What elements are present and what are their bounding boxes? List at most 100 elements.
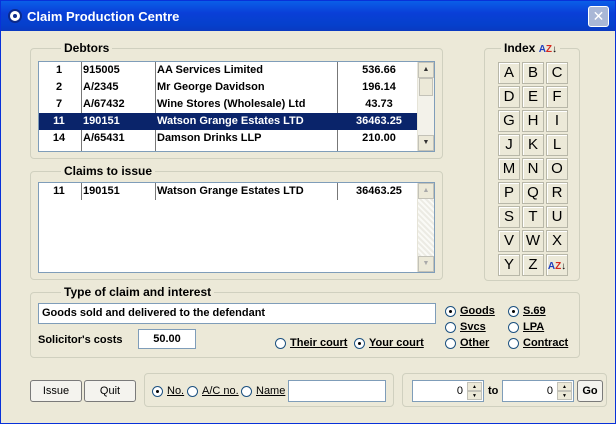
cell-ref: 190151: [83, 185, 120, 197]
index-letter-i[interactable]: I: [546, 110, 568, 132]
scroll-up-arrow-icon[interactable]: ▲: [418, 62, 434, 78]
cell-ref: A/65431: [83, 132, 125, 144]
index-letter-x[interactable]: X: [546, 230, 568, 252]
scroll-down-arrow-icon[interactable]: ▼: [418, 135, 434, 151]
table-row[interactable]: 1 915005 AA Services Limited 536.66: [39, 62, 419, 79]
search-input[interactable]: [288, 380, 386, 402]
claim-type-legend: Type of claim and interest: [64, 285, 212, 299]
cell-no: 11: [53, 185, 65, 197]
table-row[interactable]: 7 A/67432 Wine Stores (Wholesale) Ltd 43.73: [39, 96, 419, 113]
index-letter-g[interactable]: G: [498, 110, 520, 132]
cell-no: 14: [52, 132, 66, 144]
radio-dot: [275, 338, 286, 349]
cell-ref: A/67432: [83, 98, 125, 110]
cell-name: Damson Drinks LLP: [157, 132, 262, 144]
scroll-thumb[interactable]: [419, 78, 433, 96]
index-letter-d[interactable]: D: [498, 86, 520, 108]
index-letter-a[interactable]: A: [498, 62, 520, 84]
radio-dot: [152, 386, 163, 397]
cell-amount: 196.14: [362, 81, 396, 93]
claim-description-input[interactable]: Goods sold and delivered to the defendan…: [38, 303, 436, 324]
spin-up-arrow-icon[interactable]: ▲: [467, 382, 482, 391]
index-letter-o[interactable]: O: [546, 158, 568, 180]
cell-amount: 210.00: [362, 132, 396, 144]
radio-dot: [445, 338, 456, 349]
solicitor-costs-input[interactable]: 50.00: [138, 329, 196, 349]
cell-no: 7: [55, 98, 63, 110]
cell-no: 1: [55, 64, 63, 76]
table-row[interactable]: 11 190151 Watson Grange Estates LTD 36463.2…: [39, 113, 419, 130]
radio-dot: [187, 386, 198, 397]
debtors-legend: Debtors: [64, 41, 110, 55]
spinner-arrows: ▲ ▼: [557, 382, 572, 400]
table-row[interactable]: 14 A/65431 Damson Drinks LLP 210.00: [39, 130, 419, 147]
claims-scrollbar[interactable]: ▲ ▼: [417, 183, 434, 272]
index-letter-e[interactable]: E: [522, 86, 544, 108]
radio-dot: [508, 306, 519, 317]
claims-list[interactable]: 11 190151 Watson Grange Estates LTD 36463.2…: [38, 182, 435, 273]
cell-name: Watson Grange Estates LTD: [157, 185, 304, 197]
radio-dot: [241, 386, 252, 397]
index-letter-s[interactable]: S: [498, 206, 520, 228]
go-button[interactable]: Go: [577, 380, 603, 402]
index-letter-n[interactable]: N: [522, 158, 544, 180]
table-row[interactable]: 2 A/2345 Mr George Davidson 196.14: [39, 79, 419, 96]
claim-production-window: Claim Production Centre ✕ Debtors 1 91500…: [0, 0, 616, 424]
debtors-list[interactable]: 1 915005 AA Services Limited 536.66 2 A/2345 M…: [38, 61, 435, 152]
range-to-value: 0: [546, 385, 553, 397]
range-from-spinner[interactable]: 0 ▲ ▼: [412, 380, 484, 402]
index-letter-z[interactable]: Z: [522, 254, 544, 276]
cell-no: 2: [55, 81, 63, 93]
cell-ref: 190151: [83, 115, 120, 127]
index-letter-l[interactable]: L: [546, 134, 568, 156]
scroll-down-arrow-icon[interactable]: ▼: [418, 256, 434, 272]
radio-dot: [508, 322, 519, 333]
cell-no: 11: [53, 115, 65, 127]
quit-button[interactable]: Quit: [84, 380, 136, 402]
cell-amount: 36463.25: [356, 185, 402, 197]
index-letter-p[interactable]: P: [498, 182, 520, 204]
debtors-scrollbar[interactable]: ▲ ▼: [417, 62, 434, 151]
index-letter-t[interactable]: T: [522, 206, 544, 228]
close-button[interactable]: ✕: [588, 6, 609, 27]
title-bar[interactable]: Claim Production Centre ✕: [1, 1, 615, 31]
cell-name: AA Services Limited: [157, 64, 263, 76]
cell-amount: 43.73: [365, 98, 393, 110]
cell-ref: A/2345: [83, 81, 119, 93]
range-to-spinner[interactable]: 0 ▲ ▼: [502, 380, 574, 402]
index-label: Index: [504, 41, 536, 55]
sort-az-button[interactable]: AZ↓: [546, 254, 568, 276]
spin-up-arrow-icon[interactable]: ▲: [557, 382, 572, 391]
index-letter-r[interactable]: R: [546, 182, 568, 204]
index-letter-f[interactable]: F: [546, 86, 568, 108]
index-legend: Index AZ↓: [501, 41, 560, 55]
index-letter-v[interactable]: V: [498, 230, 520, 252]
claims-legend: Claims to issue: [64, 164, 153, 178]
radio-dot: [445, 306, 456, 317]
cell-name: Mr George Davidson: [157, 81, 265, 93]
index-letter-m[interactable]: M: [498, 158, 520, 180]
index-letter-h[interactable]: H: [522, 110, 544, 132]
cell-amount: 536.66: [362, 64, 396, 76]
cell-ref: 915005: [83, 64, 120, 76]
index-letter-j[interactable]: J: [498, 134, 520, 156]
window-title: Claim Production Centre: [27, 9, 180, 24]
index-letter-u[interactable]: U: [546, 206, 568, 228]
app-icon: [8, 9, 22, 23]
radio-dot: [508, 338, 519, 349]
spin-down-arrow-icon[interactable]: ▼: [467, 391, 482, 400]
table-row[interactable]: 11 190151 Watson Grange Estates LTD 36463.2…: [39, 183, 419, 200]
index-letter-b[interactable]: B: [522, 62, 544, 84]
index-letter-k[interactable]: K: [522, 134, 544, 156]
index-letter-q[interactable]: Q: [522, 182, 544, 204]
index-letter-w[interactable]: W: [522, 230, 544, 252]
cell-name: Wine Stores (Wholesale) Ltd: [157, 98, 306, 110]
index-letter-c[interactable]: C: [546, 62, 568, 84]
spin-down-arrow-icon[interactable]: ▼: [557, 391, 572, 400]
issue-button[interactable]: Issue: [30, 380, 82, 402]
sort-az-icon: AZ↓: [547, 261, 567, 272]
scroll-up-arrow-icon[interactable]: ▲: [418, 183, 434, 199]
index-letter-y[interactable]: Y: [498, 254, 520, 276]
spinner-arrows: ▲ ▼: [467, 382, 482, 400]
cell-name: Watson Grange Estates LTD: [157, 115, 304, 127]
